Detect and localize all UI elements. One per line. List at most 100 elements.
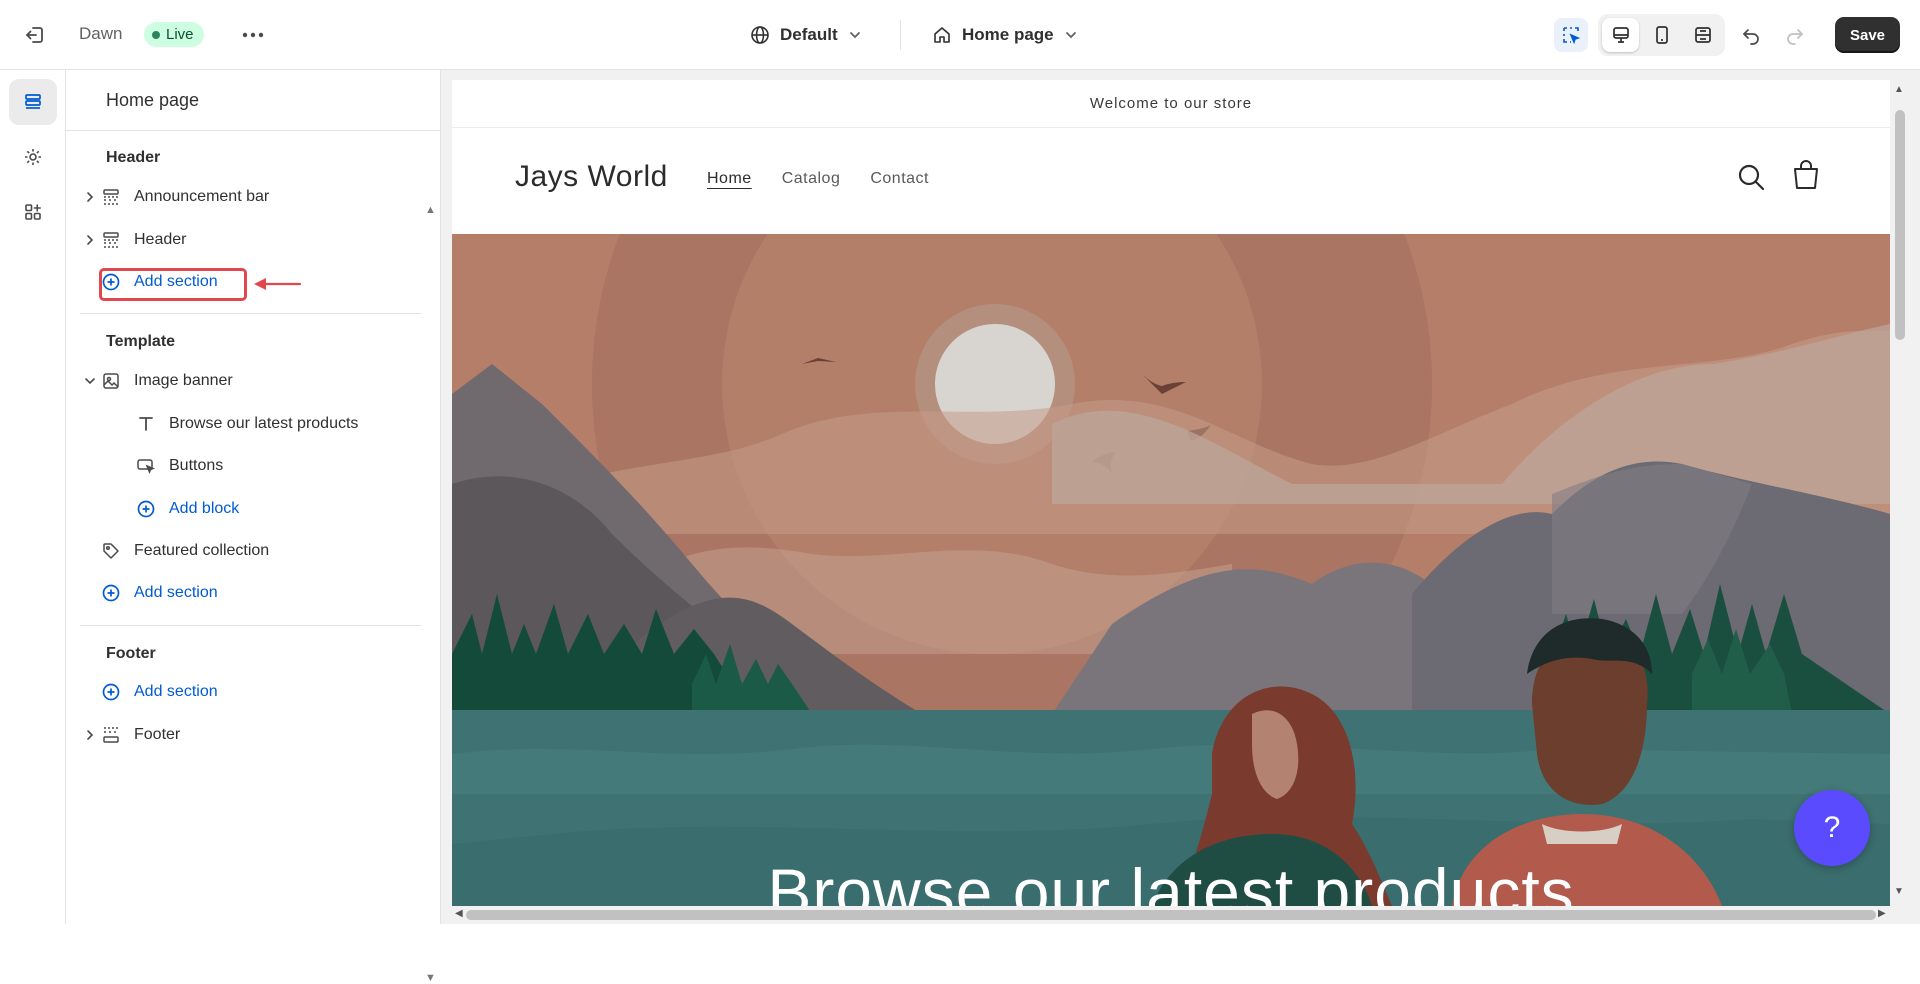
chevron-down-icon [849,32,860,39]
preview-horizontal-scrollbar[interactable]: ◀ ▶ [452,906,1890,924]
chevron-right-icon[interactable] [80,729,100,741]
sidebar-item-footer[interactable]: Footer [80,720,180,750]
store-logo[interactable]: Jays World [515,160,668,194]
exit-icon [26,27,43,43]
divider [66,130,441,131]
rail-settings-button[interactable] [9,134,57,180]
block-item-heading[interactable]: Browse our latest products [135,409,358,439]
live-status-badge: Live [144,22,204,47]
desktop-icon [1612,27,1629,43]
scroll-up-arrow-icon[interactable]: ▲ [425,204,436,216]
store-nav: Home Catalog Contact [707,170,929,188]
mobile-view-button[interactable] [1643,18,1680,52]
nav-link-home[interactable]: Home [707,170,752,188]
text-icon [135,413,157,435]
button-cursor-icon [135,455,157,477]
sidebar-scrollbar[interactable]: ▲ ▼ [421,134,441,984]
inspector-icon [1563,27,1581,45]
scroll-down-arrow-icon[interactable]: ▼ [1894,886,1904,897]
save-button[interactable]: Save [1835,17,1900,53]
rail-sections-button[interactable] [9,79,57,125]
add-section-label: Add section [134,683,218,700]
more-actions-button[interactable] [238,20,268,50]
cart-icon[interactable] [1788,158,1824,194]
section-layout-icon [100,229,122,251]
device-switcher [1598,14,1725,56]
redo-button[interactable] [1780,20,1810,50]
help-button[interactable]: ? [1794,790,1870,866]
chevron-right-icon[interactable] [80,191,100,203]
add-block-button[interactable]: Add block [135,494,239,524]
gear-icon [25,149,41,165]
sidebar-title: Home page [106,90,200,110]
home-icon [934,27,950,43]
tag-icon [100,540,122,562]
sidebar-item-header[interactable]: Header [80,225,186,255]
fullwidth-icon [1694,27,1711,43]
sidebar-item-label: Footer [134,726,181,743]
store-preview-frame[interactable]: Welcome to our store Jays World Home Cat… [452,80,1890,906]
divider [80,313,421,314]
sections-icon [25,94,41,109]
footer-layout-icon [100,724,122,746]
page-dropdown[interactable]: Home page [932,18,1078,52]
plus-circle-icon [135,498,157,520]
language-dropdown[interactable]: Default [750,18,862,52]
announcement-bar[interactable]: Welcome to our store [452,80,1890,128]
add-section-button-footer[interactable]: Add section [100,677,218,707]
sidebar-item-label: Header [134,231,187,248]
chevron-down-icon [1065,32,1076,39]
theme-name: Dawn [79,24,123,43]
fullwidth-view-button[interactable] [1684,18,1721,52]
globe-icon [751,26,769,44]
divider [80,625,421,626]
preview-area: Welcome to our store Jays World Home Cat… [441,70,1920,924]
apps-icon [25,204,41,220]
ellipsis-icon [242,32,264,38]
section-layout-icon [100,186,122,208]
preview-vertical-scrollbar[interactable]: ▲ ▼ [1890,80,1909,906]
undo-icon [1743,29,1759,45]
hero-heading: Browse our latest products [767,855,1575,906]
group-footer-label: Footer [106,645,156,662]
live-dot-icon [152,30,160,39]
nav-link-catalog[interactable]: Catalog [782,170,841,188]
exit-button[interactable] [20,20,50,50]
sidebar-item-featured-collection[interactable]: Featured collection [100,536,269,566]
sections-sidebar: Home page Header Announcement bar Header… [66,70,441,984]
scroll-left-arrow-icon[interactable]: ◀ [455,908,463,919]
search-icon[interactable] [1734,160,1768,194]
group-template-label: Template [106,333,176,350]
block-item-buttons[interactable]: Buttons [135,451,223,481]
language-label: Default [780,25,838,44]
image-icon [100,370,122,392]
scrollbar-thumb[interactable] [466,910,1876,920]
block-item-label: Buttons [169,457,224,474]
sidebar-item-label: Featured collection [134,542,270,559]
sidebar-item-announcement-bar[interactable]: Announcement bar [80,182,269,212]
inspector-button[interactable] [1554,18,1588,52]
rail-apps-button[interactable] [9,189,57,235]
scroll-up-arrow-icon[interactable]: ▲ [1894,84,1904,95]
redo-icon [1787,29,1803,45]
scroll-right-arrow-icon[interactable]: ▶ [1878,908,1886,919]
scroll-down-arrow-icon[interactable]: ▼ [425,972,436,984]
add-section-button-template[interactable]: Add section [100,578,218,608]
chevron-right-icon[interactable] [80,234,100,246]
group-header-label: Header [106,149,161,166]
scrollbar-thumb[interactable] [1895,110,1905,340]
nav-link-contact[interactable]: Contact [870,170,929,188]
top-bar: Dawn Live Default Home page Save [0,0,1920,70]
sidebar-item-image-banner[interactable]: Image banner [80,366,233,396]
image-banner[interactable]: Browse our latest products [452,234,1890,906]
desktop-view-button[interactable] [1602,18,1639,52]
chevron-down-icon[interactable] [80,375,100,387]
divider [900,20,901,50]
add-section-label: Add section [134,584,218,601]
left-rail [0,70,66,924]
store-header[interactable]: Jays World Home Catalog Contact [452,128,1890,234]
page-label: Home page [962,25,1054,44]
live-status-label: Live [166,26,194,43]
hero-illustration [452,234,1890,906]
undo-button[interactable] [1736,20,1766,50]
